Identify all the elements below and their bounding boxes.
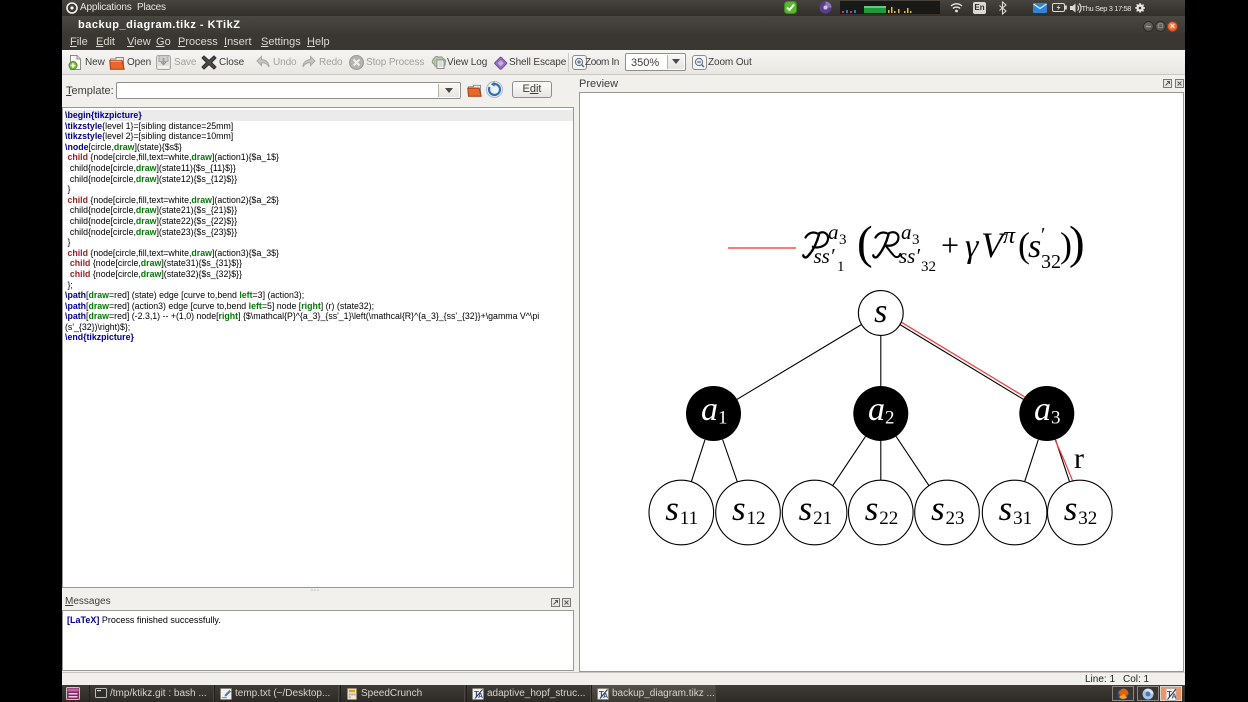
svg-text:π: π [1003,223,1016,249]
svg-text:11: 11 [680,508,698,529]
svg-text:1: 1 [837,259,845,275]
svg-text:s: s [665,489,679,528]
svg-text:+: + [941,227,959,263]
svg-text:): ) [1069,217,1085,269]
svg-text:a: a [1034,391,1051,428]
svg-text:32: 32 [1041,251,1061,273]
svg-text:a: a [701,391,718,428]
svg-text:12: 12 [747,508,766,529]
svg-text:s: s [865,489,879,528]
svg-text:s: s [799,489,813,528]
svg-text:23: 23 [946,508,965,529]
svg-text:a: a [868,391,885,428]
svg-text:s: s [931,489,945,528]
svg-text:s: s [1064,489,1078,528]
svg-text:21: 21 [813,508,832,529]
svg-text:γ: γ [965,228,980,265]
svg-text:s: s [874,293,887,330]
svg-text:3: 3 [1051,408,1061,429]
svg-text:s: s [732,489,746,528]
svg-text:A: A [1172,694,1177,701]
svg-text:a: a [828,220,839,244]
svg-text:s: s [999,489,1013,528]
svg-text:a: a [901,220,912,244]
svg-text:31: 31 [1013,508,1032,529]
svg-text:ss′: ss′ [899,244,920,268]
svg-text:22: 22 [879,508,898,529]
svg-text:32: 32 [1078,508,1097,529]
svg-text:s: s [1028,228,1041,265]
svg-text:2: 2 [885,408,895,429]
svg-text:(: ( [857,217,873,269]
svg-text:′: ′ [1041,224,1045,246]
svg-text:ss′: ss′ [814,244,835,268]
svg-text:3: 3 [839,232,847,248]
svg-text:1: 1 [718,408,728,429]
svg-text:32: 32 [921,259,936,275]
svg-text:r: r [1074,442,1084,475]
